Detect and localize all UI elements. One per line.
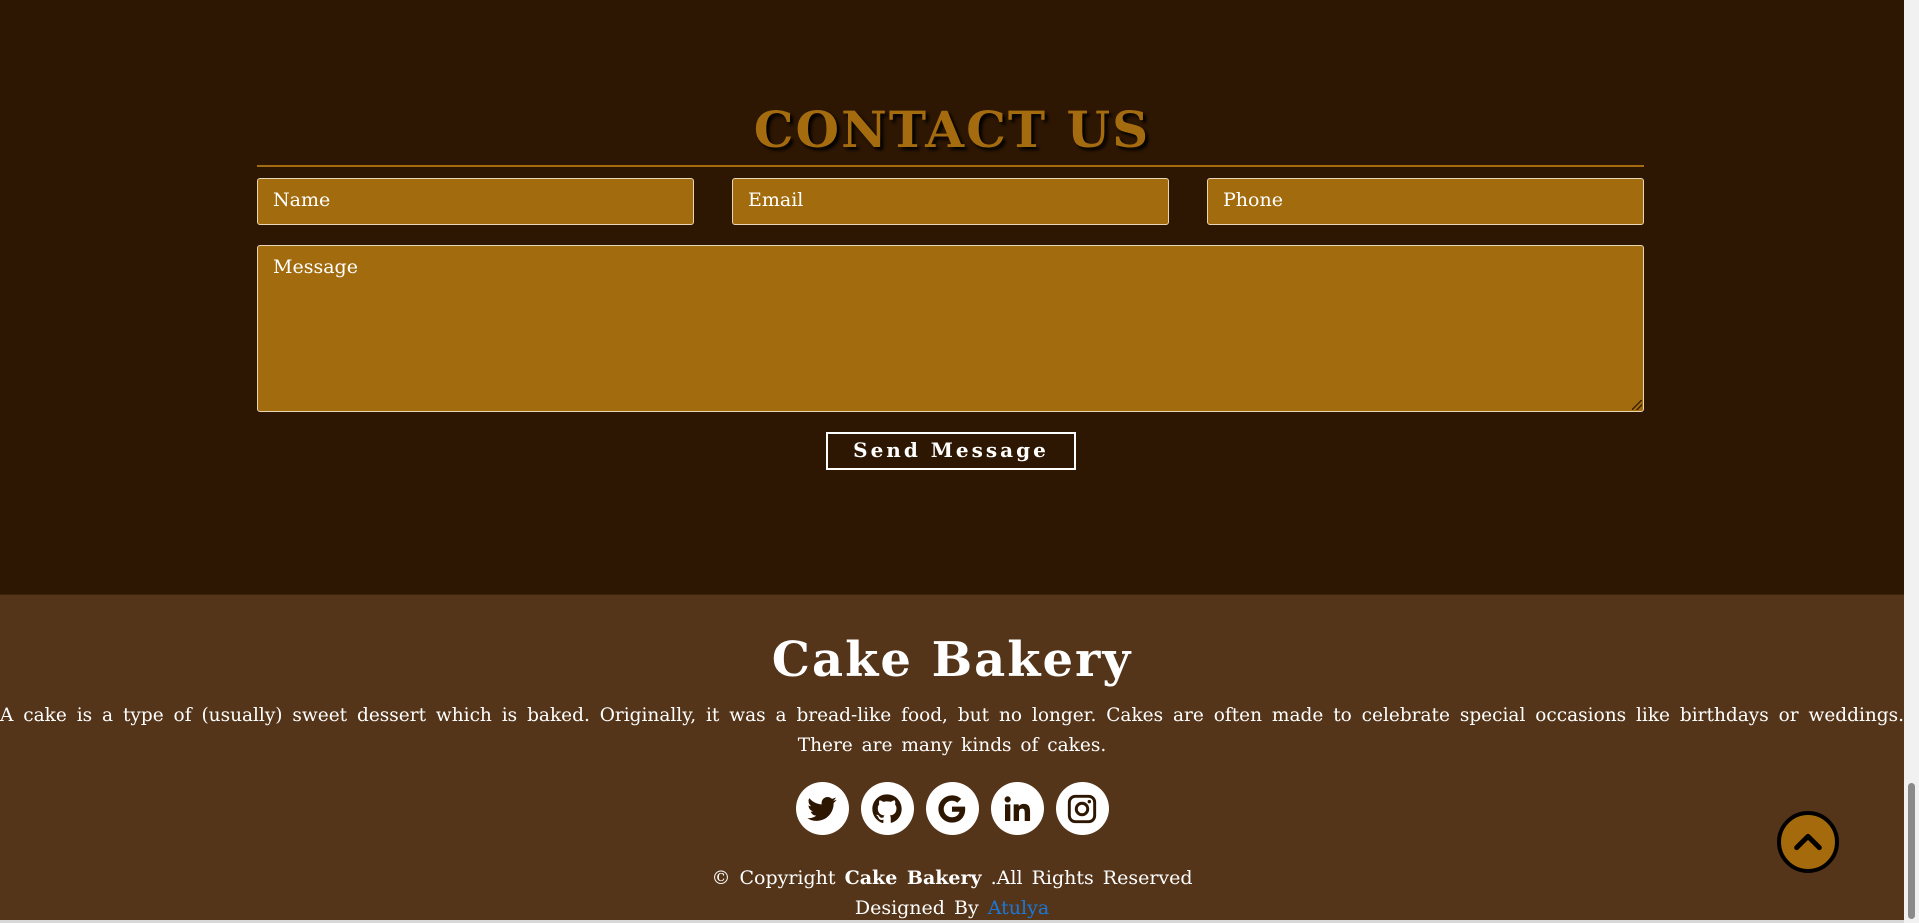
copyright-line: © Copyright Cake Bakery .All Rights Rese… [0, 863, 1904, 893]
vertical-scrollbar[interactable] [1904, 0, 1919, 923]
resize-handle-icon[interactable] [1632, 400, 1642, 410]
page: CONTACT US Name Email Phone Message Send… [0, 0, 1919, 923]
footer-title: Cake Bakery [771, 632, 1133, 688]
instagram-icon [1067, 794, 1097, 823]
name-input[interactable]: Name [257, 178, 694, 225]
google-icon [938, 794, 966, 823]
instagram-link[interactable] [1055, 782, 1109, 835]
github-icon [872, 793, 902, 823]
scroll-to-top-button[interactable] [1777, 811, 1839, 873]
message-placeholder: Message [273, 256, 358, 278]
footer-description: A cake is a type of (usually) sweet dess… [0, 705, 1904, 756]
chevron-up-icon [1794, 833, 1822, 851]
designed-by-line: Designed By Atulya [0, 893, 1904, 923]
linkedin-icon [1004, 795, 1031, 821]
copyright-prefix: © Copyright [711, 867, 836, 889]
title-divider [257, 165, 1644, 167]
copyright-brand: Cake Bakery [844, 867, 982, 889]
contact-section: CONTACT US Name Email Phone Message Send… [0, 0, 1904, 594]
twitter-icon [807, 796, 837, 821]
contact-title: CONTACT US [753, 100, 1151, 159]
twitter-link[interactable] [795, 782, 849, 835]
email-input[interactable]: Email [732, 178, 1169, 225]
social-links [0, 782, 1904, 835]
footer: Cake Bakery A cake is a type of (usually… [0, 594, 1904, 923]
designed-prefix: Designed By [854, 897, 979, 919]
github-link[interactable] [860, 782, 914, 835]
scrollbar-thumb[interactable] [1908, 783, 1915, 919]
phone-input[interactable]: Phone [1207, 178, 1644, 225]
designer-link[interactable]: Atulya [988, 897, 1049, 919]
google-link[interactable] [925, 782, 979, 835]
copyright-suffix: .All Rights Reserved [990, 867, 1193, 889]
linkedin-link[interactable] [990, 782, 1044, 835]
send-message-button[interactable]: Send Message [826, 432, 1076, 470]
message-textarea[interactable]: Message [257, 245, 1644, 412]
